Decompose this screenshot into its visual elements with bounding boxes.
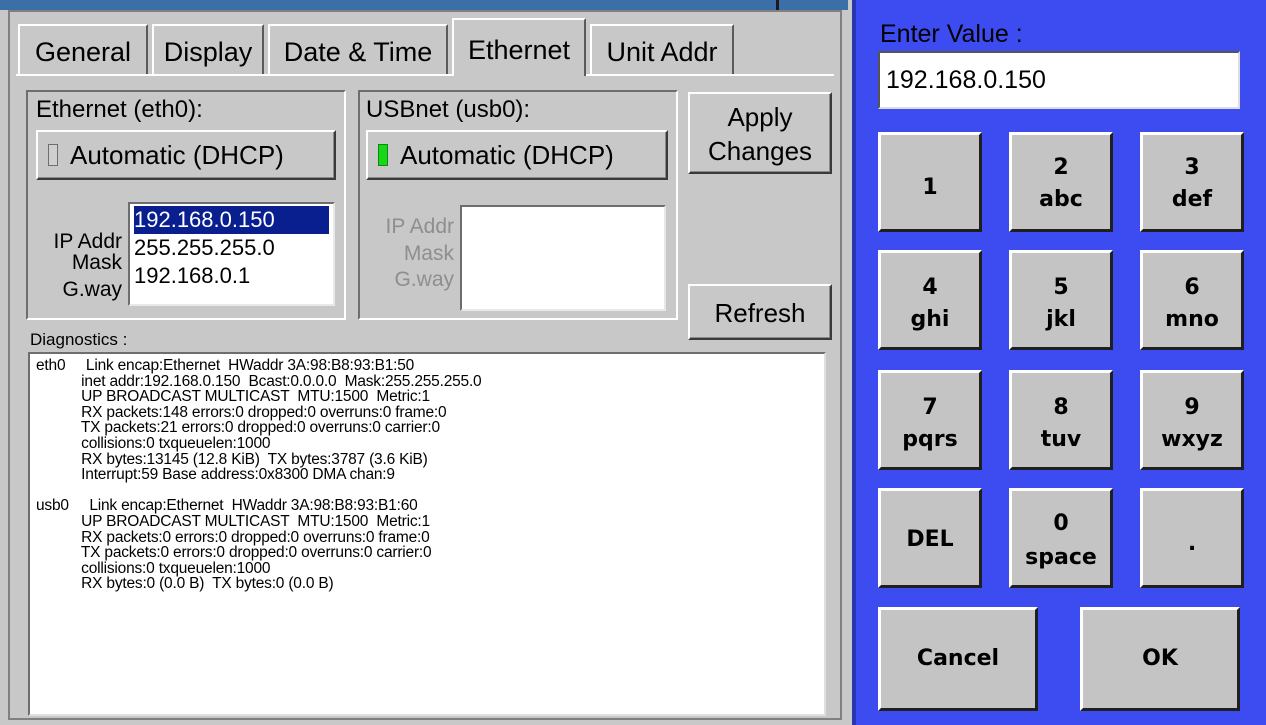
apply-label-line2: Changes bbox=[707, 136, 813, 166]
eth0-mask-label: Mask bbox=[71, 251, 122, 274]
ok-label: OK bbox=[1142, 646, 1178, 671]
cancel-label: Cancel bbox=[916, 646, 1000, 671]
eth0-ip-value[interactable]: 192.168.0.150 bbox=[134, 206, 329, 234]
diagnostics-text: eth0 Link encap:Ethernet HWaddr 3A:98:B8… bbox=[36, 357, 482, 593]
key-dot-main: . bbox=[1187, 531, 1197, 556]
key-0[interactable]: 0 space bbox=[1009, 488, 1113, 588]
tab-date-time[interactable]: Date & Time bbox=[268, 24, 448, 76]
enter-value-label: Enter Value : bbox=[880, 20, 1023, 48]
key-3[interactable]: 3 def bbox=[1140, 132, 1244, 232]
value-input[interactable]: 192.168.0.150 bbox=[878, 51, 1240, 109]
key-4-main: 4 bbox=[922, 275, 938, 300]
settings-panel: General Display Date & Time Ethernet Uni… bbox=[0, 0, 848, 725]
tab-baseline bbox=[16, 74, 834, 76]
tab-display[interactable]: Display bbox=[152, 24, 264, 76]
usb0-mask-label: Mask bbox=[403, 242, 454, 265]
ok-button[interactable]: OK bbox=[1080, 607, 1240, 711]
keypad-panel-border bbox=[852, 0, 856, 725]
delete-button[interactable]: DEL bbox=[878, 488, 982, 588]
key-8[interactable]: 8 tuv bbox=[1009, 370, 1113, 470]
key-5-letters: jkl bbox=[1046, 307, 1076, 332]
title-strip-divider bbox=[776, 0, 779, 10]
key-1-main: 1 bbox=[922, 175, 938, 200]
usb0-ip-label: IP Addr bbox=[385, 215, 455, 238]
key-0-space: space bbox=[1025, 545, 1097, 570]
usb0-title: USBnet (usb0): bbox=[366, 96, 531, 123]
key-7-main: 7 bbox=[922, 395, 938, 420]
eth0-gateway-label: G.way bbox=[62, 278, 122, 301]
key-2-letters: abc bbox=[1039, 187, 1083, 212]
eth0-gateway-value[interactable]: 192.168.0.1 bbox=[134, 262, 329, 290]
tab-ethernet[interactable]: Ethernet bbox=[452, 18, 586, 76]
title-strip bbox=[0, 0, 848, 10]
key-9-letters: wxyz bbox=[1161, 427, 1223, 452]
key-5[interactable]: 5 jkl bbox=[1009, 250, 1113, 350]
eth0-address-list[interactable]: 192.168.0.150 255.255.255.0 192.168.0.1 bbox=[128, 202, 335, 306]
delete-label: DEL bbox=[906, 527, 954, 552]
tab-unit-addr[interactable]: Unit Addr bbox=[590, 24, 734, 76]
key-7-letters: pqrs bbox=[902, 427, 958, 452]
eth0-dhcp-indicator bbox=[48, 144, 58, 166]
apply-changes-button[interactable]: Apply Changes bbox=[688, 92, 832, 174]
diagnostics-label: Diagnostics : bbox=[30, 330, 128, 349]
usb0-gateway-label: G.way bbox=[394, 268, 454, 291]
key-6-letters: mno bbox=[1165, 307, 1219, 332]
usb0-dhcp-indicator bbox=[378, 144, 388, 166]
diagnostics-output[interactable]: eth0 Link encap:Ethernet HWaddr 3A:98:B8… bbox=[28, 352, 826, 716]
eth0-dhcp-label: Automatic (DHCP) bbox=[70, 140, 284, 170]
apply-label-line1: Apply bbox=[727, 102, 793, 132]
eth0-dhcp-toggle[interactable]: Automatic (DHCP) bbox=[36, 130, 336, 180]
usb0-address-list[interactable] bbox=[460, 205, 666, 311]
key-7[interactable]: 7 pqrs bbox=[878, 370, 982, 470]
cancel-button[interactable]: Cancel bbox=[878, 607, 1038, 711]
eth0-mask-value[interactable]: 255.255.255.0 bbox=[134, 234, 329, 262]
refresh-button[interactable]: Refresh bbox=[688, 284, 832, 340]
key-dot[interactable]: . bbox=[1140, 488, 1244, 588]
key-2-main: 2 bbox=[1053, 155, 1069, 180]
usb0-dhcp-toggle[interactable]: Automatic (DHCP) bbox=[366, 130, 668, 180]
key-3-main: 3 bbox=[1184, 155, 1200, 180]
key-8-letters: tuv bbox=[1040, 427, 1082, 452]
key-4[interactable]: 4 ghi bbox=[878, 250, 982, 350]
key-3-letters: def bbox=[1171, 187, 1213, 212]
key-8-main: 8 bbox=[1053, 395, 1069, 420]
eth0-title: Ethernet (eth0): bbox=[36, 96, 203, 123]
key-6[interactable]: 6 mno bbox=[1140, 250, 1244, 350]
usb0-dhcp-label: Automatic (DHCP) bbox=[400, 140, 614, 170]
key-9[interactable]: 9 wxyz bbox=[1140, 370, 1244, 470]
key-5-main: 5 bbox=[1053, 275, 1069, 300]
key-9-main: 9 bbox=[1184, 395, 1200, 420]
key-2[interactable]: 2 abc bbox=[1009, 132, 1113, 232]
key-1[interactable]: 1 bbox=[878, 132, 982, 232]
key-0-main: 0 bbox=[1053, 511, 1069, 536]
tab-general[interactable]: General bbox=[18, 24, 148, 76]
refresh-label: Refresh bbox=[714, 298, 806, 328]
key-4-letters: ghi bbox=[910, 307, 950, 332]
key-6-main: 6 bbox=[1184, 275, 1200, 300]
